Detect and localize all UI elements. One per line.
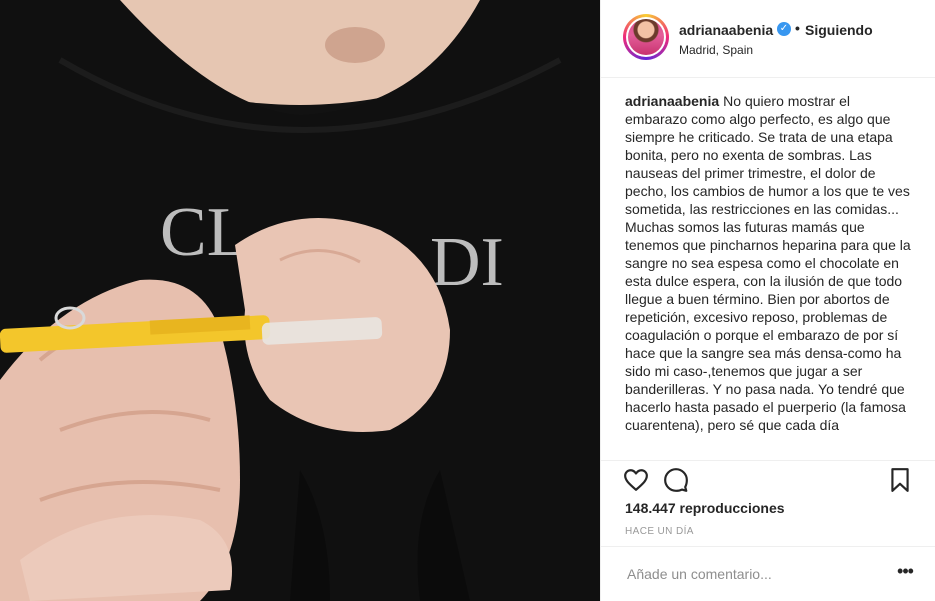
separator-dot: • [795,20,800,36]
heart-icon[interactable] [623,467,649,493]
caption-username-link[interactable]: adrianaabenia [625,93,719,109]
view-count: 148.447 reproducciones [625,500,785,516]
comment-input[interactable] [625,561,889,587]
avatar-ring [626,17,666,57]
username-link[interactable]: adrianaabenia [679,22,773,38]
action-bar [601,460,935,498]
svg-text:DI: DI [430,224,504,301]
more-options-icon[interactable]: ••• [893,561,917,585]
avatar[interactable] [623,14,669,60]
post-details-panel: adrianaabenia ✓ • Siguiendo Madrid, Spai… [600,0,935,601]
post-caption: adrianaabenia No quiero mostrar el embara… [625,92,915,458]
post-video[interactable]: CL DI [0,0,600,601]
avatar-photo [628,19,664,55]
post-header: adrianaabenia ✓ • Siguiendo Madrid, Spai… [601,0,935,78]
following-button[interactable]: Siguiendo [805,22,873,38]
verified-badge-icon: ✓ [777,22,791,36]
comment-bubble-icon[interactable] [663,467,689,493]
location-link[interactable]: Madrid, Spain [679,43,753,57]
bookmark-icon[interactable] [887,467,913,493]
caption-text: No quiero mostrar el embarazo como algo … [625,93,911,433]
sweater-print: CL [160,194,249,271]
video-frame: CL DI [0,0,600,601]
post-timestamp[interactable]: HACE UN DÍA [625,526,694,537]
comment-bar: ••• [601,546,935,601]
